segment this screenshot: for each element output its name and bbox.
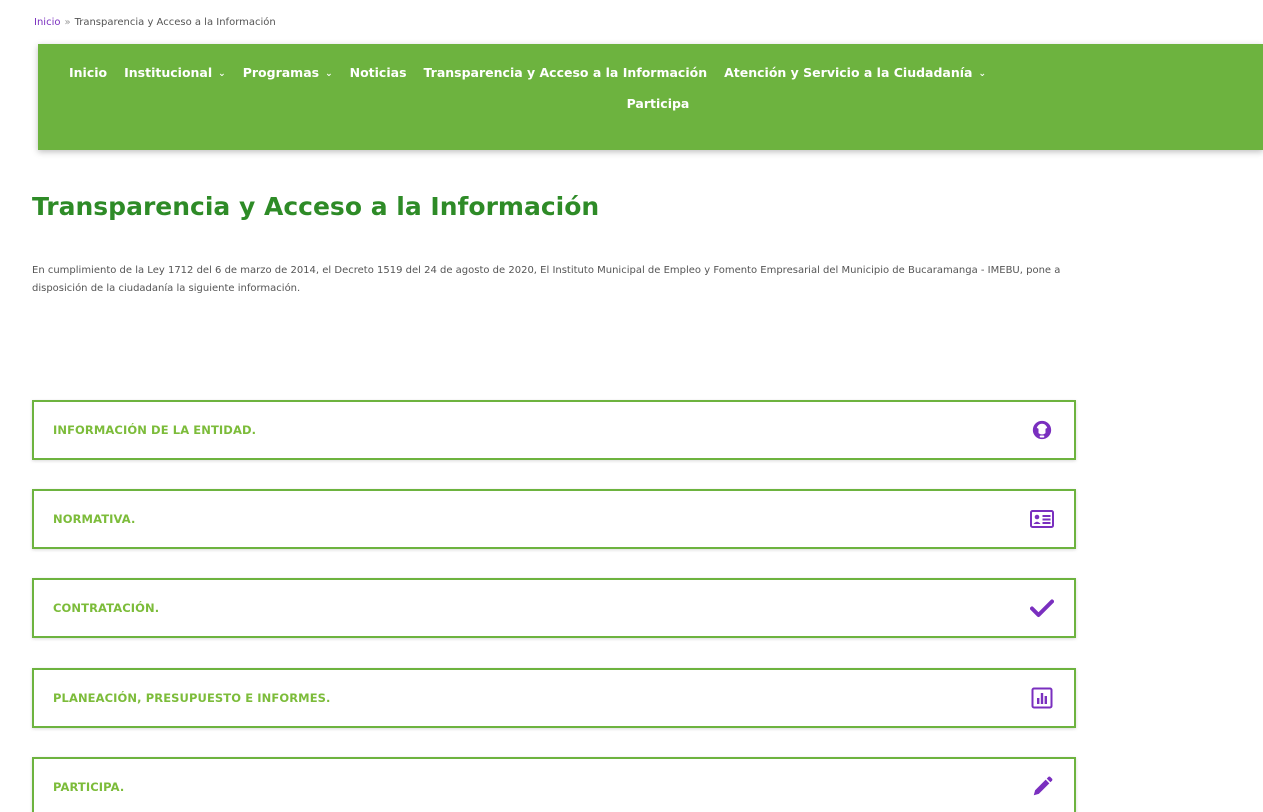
bar-chart-icon xyxy=(1030,686,1054,710)
nav-item-label: Transparencia y Acceso a la Información xyxy=(423,64,708,80)
section-label: NORMATIVA. xyxy=(53,512,136,526)
breadcrumb-separator: » xyxy=(64,17,71,28)
nav-item-institucional[interactable]: Institucional ⌄ xyxy=(124,65,226,80)
chevron-down-icon: ⌄ xyxy=(325,68,333,79)
nav-item-noticias[interactable]: Noticias xyxy=(350,65,407,80)
headset-icon xyxy=(1030,418,1054,442)
nav-item-label: Programas xyxy=(242,64,320,80)
nav-item-label: Inicio xyxy=(69,64,108,80)
nav-item-programas[interactable]: Programas ⌄ xyxy=(243,65,333,80)
check-icon xyxy=(1030,596,1054,620)
section-label: PARTICIPA. xyxy=(53,780,125,794)
nav-item-inicio[interactable]: Inicio xyxy=(69,65,107,80)
section-label: CONTRATACIÓN. xyxy=(53,601,160,615)
section-normativa[interactable]: NORMATIVA. xyxy=(32,489,1076,549)
nav-item-label: Atención y Servicio a la Ciudadanía xyxy=(724,64,973,80)
pencil-icon xyxy=(1030,775,1054,799)
chevron-down-icon: ⌄ xyxy=(978,68,987,79)
nav-row-primary: Inicio Institucional ⌄ Programas ⌄ Noticia… xyxy=(38,56,1263,88)
main-navigation: Inicio Institucional ⌄ Programas ⌄ Noticia… xyxy=(38,44,1263,150)
section-participa[interactable]: PARTICIPA. xyxy=(32,757,1076,812)
page-title: Transparencia y Acceso a la Información xyxy=(32,192,600,221)
breadcrumb-current: Transparencia y Acceso a la Información xyxy=(74,17,276,28)
breadcrumb-home-link[interactable]: Inicio xyxy=(34,17,60,28)
breadcrumb: Inicio » Transparencia y Acceso a la Infor… xyxy=(34,17,276,28)
nav-item-atencion[interactable]: Atención y Servicio a la Ciudadanía ⌄ xyxy=(724,65,986,80)
id-card-icon xyxy=(1030,507,1054,531)
page: Inicio» Transparencia y Acceso a la Infor… xyxy=(0,0,1263,812)
nav-row-secondary: Participa xyxy=(38,88,1263,118)
chevron-down-icon: ⌄ xyxy=(218,68,226,79)
nav-item-label: Participa xyxy=(626,95,690,111)
nav-item-transparencia[interactable]: Transparencia y Acceso a la Información xyxy=(424,65,708,80)
nav-item-label: Institucional xyxy=(124,64,213,80)
intro-paragraph: En cumplimiento de la Ley 1712 del 6 de … xyxy=(32,265,1061,294)
section-label: INFORMACIÓN DE LA ENTIDAD. xyxy=(53,423,257,437)
section-planeacion[interactable]: PLANEACIÓN, PRESUPUESTO E INFORMES. xyxy=(32,668,1076,728)
nav-item-participa[interactable]: Participa xyxy=(627,96,690,111)
nav-item-label: Noticias xyxy=(349,64,407,80)
section-label: PLANEACIÓN, PRESUPUESTO E INFORMES. xyxy=(53,691,331,705)
section-informacion-entidad[interactable]: INFORMACIÓN DE LA ENTIDAD. xyxy=(32,400,1076,460)
section-contratacion[interactable]: CONTRATACIÓN. xyxy=(32,578,1076,638)
